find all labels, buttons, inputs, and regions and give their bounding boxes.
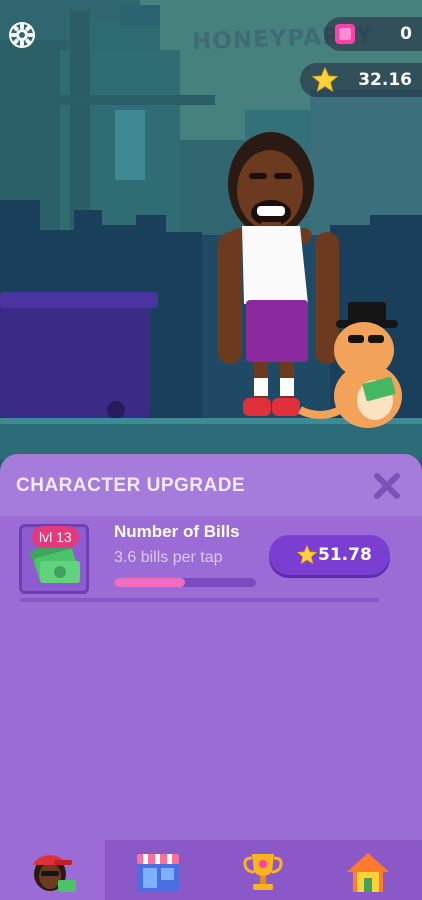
star-counter: 32.16 (300, 63, 422, 97)
row-divider (20, 598, 379, 602)
level-badge: lvl 13 (32, 526, 79, 548)
pink-gem-icon (335, 24, 355, 44)
shop-icon (137, 854, 179, 892)
upgrade-description: 3.6 bills per tap (114, 549, 223, 566)
buy-upgrade-button[interactable]: 51.78 (269, 535, 390, 575)
character-icon (34, 855, 76, 892)
gear-icon[interactable] (7, 20, 37, 50)
close-icon[interactable] (371, 470, 403, 502)
panel-title: CHARACTER UPGRADE (16, 475, 246, 496)
tab-character[interactable] (0, 840, 105, 900)
game-screen: HONEYPARTY 0 32.16 CHARACTER UPGRADE lvl… (0, 0, 422, 900)
upgrade-progress-fill (114, 578, 185, 587)
upgrade-name: Number of Bills (114, 522, 240, 541)
star-icon (312, 67, 338, 93)
gem-counter: 0 (324, 17, 422, 51)
bottom-tab-bar (0, 840, 422, 900)
star-count: 32.16 (358, 70, 412, 90)
home-icon (347, 853, 389, 892)
tab-shop[interactable] (105, 840, 210, 900)
tab-home[interactable] (315, 840, 422, 900)
tab-achievements[interactable] (210, 840, 315, 900)
upgrade-progress-bar (114, 578, 256, 587)
gem-count: 0 (400, 24, 412, 44)
trophy-icon (243, 854, 283, 890)
star-icon (297, 545, 317, 565)
character-upgrade-panel: CHARACTER UPGRADE lvl 13 Number of Bills… (0, 454, 422, 900)
upgrade-price: 51.78 (318, 545, 372, 565)
